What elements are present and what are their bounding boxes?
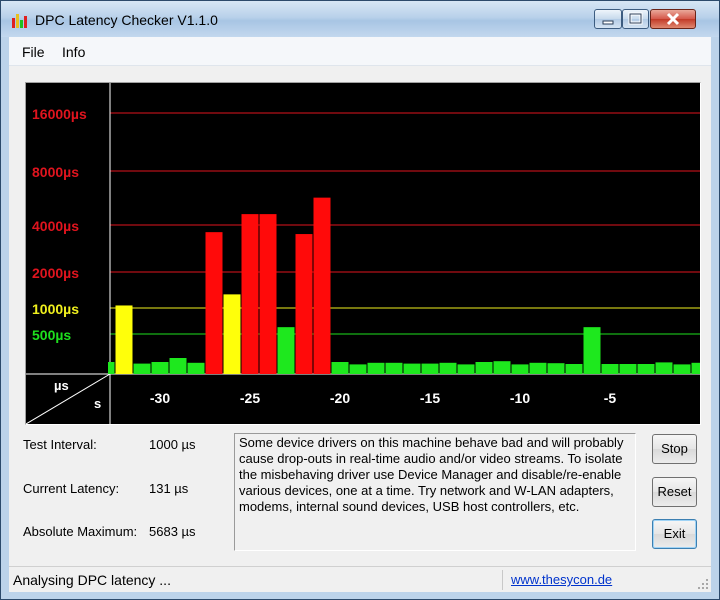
latency-bar [259, 214, 277, 374]
latency-bar [583, 327, 601, 374]
latency-bar [349, 364, 367, 374]
status-bar: Analysing DPC latency ... www.thesycon.d… [9, 566, 711, 592]
latency-bar [313, 197, 331, 374]
y-tick-label: 500µs [32, 327, 71, 343]
absolute-maximum-label: Absolute Maximum: [23, 524, 138, 539]
latency-bar [439, 362, 457, 374]
maximize-button[interactable] [622, 9, 649, 29]
y-tick-label: 8000µs [32, 164, 79, 180]
minimize-button[interactable] [594, 9, 622, 29]
test-interval-value: 1000 µs [149, 437, 196, 452]
latency-bar [601, 364, 619, 374]
reset-button[interactable]: Reset [652, 477, 697, 507]
maximize-icon [628, 12, 643, 25]
y-tick-label: 4000µs [32, 218, 79, 234]
status-divider [502, 570, 503, 590]
latency-bar [331, 362, 349, 374]
exit-button[interactable]: Exit [652, 519, 697, 549]
latency-bar [529, 362, 547, 374]
resize-grip-icon[interactable] [697, 578, 709, 590]
latency-graph: 16000µs 8000µs 4000µs 2000µs 1000µs 500µs µs s -… [25, 82, 701, 425]
current-latency-label: Current Latency: [23, 481, 120, 496]
website-link[interactable]: www.thesycon.de [511, 572, 612, 587]
latency-bar [637, 364, 655, 374]
x-tick-label: -15 [420, 390, 440, 406]
test-interval-label: Test Interval: [23, 437, 97, 452]
latency-bar [673, 364, 691, 374]
latency-bar [277, 327, 295, 374]
y-tick-label: 2000µs [32, 265, 79, 281]
minimize-icon [602, 20, 614, 25]
latency-bar [295, 234, 313, 374]
latency-bar [511, 364, 529, 374]
latency-bar [493, 361, 511, 374]
x-tick-label: -30 [150, 390, 170, 406]
x-tick-label: -10 [510, 390, 530, 406]
current-latency-value: 131 µs [149, 481, 189, 496]
absolute-maximum-value: 5683 µs [149, 524, 196, 539]
latency-bar [547, 363, 565, 374]
stop-button[interactable]: Stop [652, 434, 697, 464]
x-tick-label: -5 [604, 390, 617, 406]
status-text: Analysing DPC latency ... [13, 572, 171, 588]
menu-file[interactable]: File [22, 44, 45, 60]
latency-chart: 16000µs 8000µs 4000µs 2000µs 1000µs 500µs µs s -… [26, 83, 700, 424]
latency-bar [151, 362, 169, 374]
latency-bar [115, 305, 133, 374]
latency-bar [223, 294, 241, 374]
x-tick-label: -25 [240, 390, 260, 406]
latency-bar [619, 364, 637, 374]
latency-bar [565, 364, 583, 374]
latency-bar [421, 363, 439, 374]
latency-bar [205, 232, 223, 374]
corner-unit-us: µs [54, 378, 69, 393]
latency-bar [691, 362, 700, 374]
menu-bar: File Info [9, 37, 711, 66]
latency-bar [108, 362, 115, 374]
latency-bar [367, 362, 385, 374]
close-button[interactable] [650, 9, 696, 29]
latency-bar [385, 362, 403, 374]
app-window: DPC Latency Checker V1.1.0 File Info 160… [0, 0, 720, 600]
message-box: Some device drivers on this machine beha… [234, 433, 636, 551]
y-tick-label: 16000µs [32, 106, 87, 122]
client-area: File Info 16000µs 8000µs 4000µs 2000µs 1000µ… [9, 37, 711, 592]
corner-unit-s: s [94, 396, 101, 411]
x-tick-label: -20 [330, 390, 350, 406]
title-bar[interactable]: DPC Latency Checker V1.1.0 [1, 1, 719, 37]
latency-bar [457, 364, 475, 374]
window-title: DPC Latency Checker V1.1.0 [35, 12, 218, 28]
bar-chart-icon [12, 14, 27, 28]
latency-bar [133, 363, 151, 374]
latency-bar [403, 363, 421, 374]
latency-bar [475, 362, 493, 374]
latency-bar [655, 362, 673, 374]
menu-info[interactable]: Info [62, 44, 85, 60]
y-tick-label: 1000µs [32, 301, 79, 317]
latency-bar [241, 214, 259, 374]
close-icon [666, 12, 680, 26]
latency-bar [169, 358, 187, 374]
message-text: Some device drivers on this machine beha… [239, 435, 624, 514]
latency-bar [187, 362, 205, 374]
